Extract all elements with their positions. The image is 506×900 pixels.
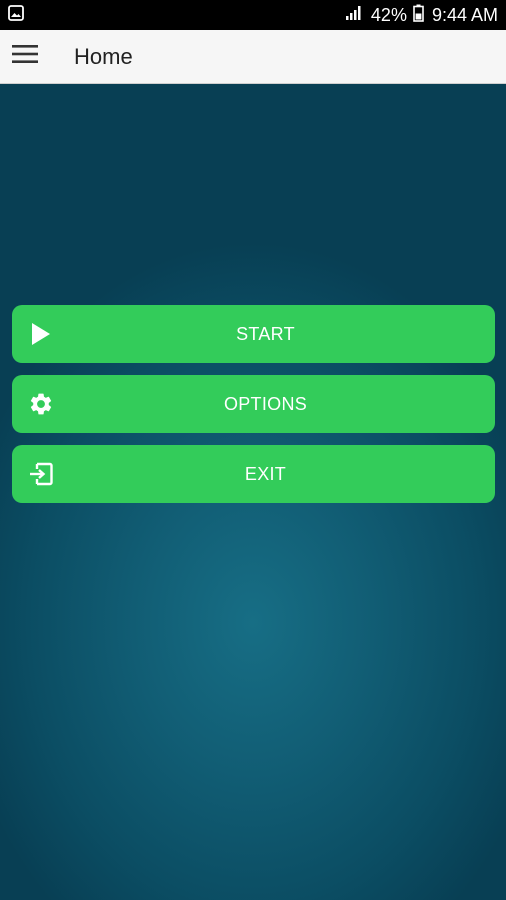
battery-icon — [413, 4, 424, 27]
signal-icon — [345, 5, 363, 26]
status-right: 42% 9:44 AM — [345, 4, 498, 27]
image-notification-icon — [8, 4, 24, 26]
start-button[interactable]: START — [12, 305, 495, 363]
app-bar: Home — [0, 30, 506, 84]
status-time: 9:44 AM — [431, 4, 498, 25]
gear-icon — [26, 375, 56, 433]
battery-percent: 42% — [370, 4, 407, 25]
exit-button-label: EXIT — [244, 463, 287, 484]
status-left — [8, 4, 24, 26]
exit-button[interactable]: EXIT — [12, 445, 495, 503]
hamburger-menu-icon — [12, 44, 38, 69]
exit-icon — [26, 445, 56, 503]
options-button[interactable]: OPTIONS — [12, 375, 495, 433]
play-icon — [26, 305, 56, 363]
status-bar: 42% 9:44 AM — [0, 0, 506, 30]
page-title: Home — [74, 43, 133, 69]
options-button-label: OPTIONS — [223, 393, 308, 414]
main-content: START OPTIONS EXIT — [0, 84, 506, 900]
hamburger-menu-button[interactable] — [0, 30, 50, 84]
start-button-label: START — [236, 323, 295, 344]
